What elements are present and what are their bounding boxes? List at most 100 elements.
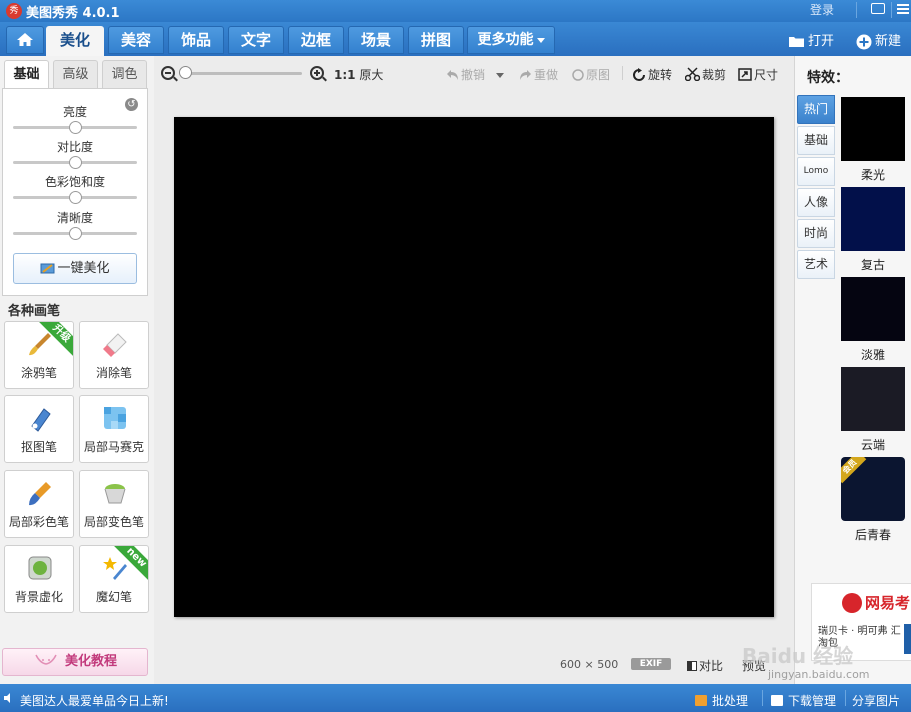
main-tab-bar: 美化 美容 饰品 文字 边框 场景 拼图 更多功能 打开 新建 xyxy=(0,22,911,56)
effect-cloud[interactable]: 云端 xyxy=(841,367,905,453)
contrast-slider[interactable] xyxy=(13,156,137,169)
undo-button[interactable]: 撤销 xyxy=(446,66,485,83)
brightness-label: 亮度 xyxy=(62,105,87,119)
compare-button[interactable]: 对比 xyxy=(687,657,723,674)
contrast-label: 对比度 xyxy=(56,140,93,154)
effect-thumbnail xyxy=(841,367,905,431)
batch-process-button[interactable]: 批处理 xyxy=(695,692,748,709)
redo-icon xyxy=(520,70,531,80)
partial-color-brush-tool[interactable]: 局部彩色笔 xyxy=(4,470,74,538)
image-height: 500 xyxy=(597,658,619,671)
watermark: Baidu 经验 xyxy=(742,644,854,668)
menu-icon[interactable] xyxy=(897,4,909,16)
paintbrush-icon xyxy=(29,333,51,356)
sharpness-slider-knob[interactable] xyxy=(68,227,82,240)
basic-adjust-panel: ↺ 亮度 对比度 色彩饱和度 清晰度 一键美化 xyxy=(2,88,148,296)
saturation-slider-knob[interactable] xyxy=(68,191,82,204)
doodle-brush-tool[interactable]: 升级 涂鸦笔 xyxy=(4,321,74,389)
image-canvas[interactable] xyxy=(174,117,774,617)
category-hot[interactable]: 热门 xyxy=(797,95,835,124)
open-button[interactable]: 打开 xyxy=(788,30,834,49)
resize-icon xyxy=(738,68,752,81)
tab-accessories[interactable]: 饰品 xyxy=(168,26,224,54)
saturation-slider[interactable] xyxy=(13,191,137,204)
zoom-slider[interactable] xyxy=(182,72,302,75)
tab-beauty[interactable]: 美容 xyxy=(108,26,164,54)
title-bar: 秀 美图秀秀 4.0.1 登录 xyxy=(0,0,911,22)
compare-label: 对比 xyxy=(699,659,724,673)
undo-history-dropdown[interactable] xyxy=(496,67,504,81)
original-image-button[interactable]: 原图 xyxy=(572,66,610,83)
magic-wand-icon xyxy=(40,263,55,274)
canvas-area xyxy=(154,90,794,650)
redo-button[interactable]: 重做 xyxy=(519,66,558,83)
speaker-icon xyxy=(4,693,10,703)
scissors-icon xyxy=(685,67,700,81)
resize-label: 尺寸 xyxy=(754,68,779,82)
new-label: 新建 xyxy=(875,34,902,49)
netease-logo-icon xyxy=(842,593,862,613)
caret-down-icon xyxy=(536,37,545,43)
partial-recolor-brush-label: 局部变色笔 xyxy=(83,515,144,529)
blur-lens-icon xyxy=(28,556,52,580)
effect-name: 复古 xyxy=(860,258,885,272)
contrast-slider-knob[interactable] xyxy=(68,156,82,169)
tab-more-features[interactable]: 更多功能 xyxy=(467,26,555,54)
category-fashion[interactable]: 时尚 xyxy=(797,219,835,248)
rotate-icon xyxy=(633,68,645,81)
tab-beautify[interactable]: 美化 xyxy=(46,26,104,56)
redo-label: 重做 xyxy=(534,68,559,82)
zoom-in-icon[interactable] xyxy=(310,66,327,82)
cutout-brush-tool[interactable]: 抠图笔 xyxy=(4,395,74,463)
tab-frame[interactable]: 边框 xyxy=(288,26,344,54)
sharpness-slider[interactable] xyxy=(13,227,137,240)
effect-post-youth[interactable]: 会员 后青春 xyxy=(841,457,905,543)
brightness-slider-knob[interactable] xyxy=(68,121,82,134)
one-key-beautify-button[interactable]: 一键美化 xyxy=(13,253,137,284)
cutout-brush-label: 抠图笔 xyxy=(20,440,57,454)
eraser-tool[interactable]: 消除笔 xyxy=(79,321,149,389)
news-ticker[interactable]: 美图达人最爱单品今日上新! xyxy=(20,692,169,709)
category-portrait[interactable]: 人像 xyxy=(797,188,835,217)
share-image-button[interactable]: 分享图片 xyxy=(852,692,900,709)
actual-size-button[interactable]: 1:1 原大 xyxy=(334,66,383,83)
message-icon[interactable] xyxy=(871,3,885,14)
crop-button[interactable]: 裁剪 xyxy=(685,66,726,83)
magic-brush-tool[interactable]: new 魔幻笔 xyxy=(79,545,149,613)
subtab-color[interactable]: 调色 xyxy=(102,60,147,90)
download-label: 下载管理 xyxy=(788,694,837,708)
login-link[interactable]: 登录 xyxy=(810,1,834,18)
ad-title: 网易考 xyxy=(865,594,911,612)
zoom-slider-knob[interactable] xyxy=(179,66,192,79)
rotate-button[interactable]: 旋转 xyxy=(632,66,672,83)
beautify-tutorial-button[interactable]: 美化教程 xyxy=(2,648,148,676)
effect-name: 柔光 xyxy=(860,168,885,182)
zoom-out-icon[interactable] xyxy=(161,66,178,82)
share-label: 分享图片 xyxy=(852,694,901,708)
pen-nib-icon xyxy=(31,408,51,432)
background-blur-tool[interactable]: 背景虚化 xyxy=(4,545,74,613)
home-tab[interactable] xyxy=(6,26,44,54)
partial-recolor-brush-tool[interactable]: 局部变色笔 xyxy=(79,470,149,538)
download-manager-button[interactable]: 下载管理 xyxy=(771,692,836,709)
brush-section-title: 各种画笔 xyxy=(8,304,61,319)
category-art[interactable]: 艺术 xyxy=(797,250,835,279)
crop-label: 裁剪 xyxy=(702,68,727,82)
tab-collage[interactable]: 拼图 xyxy=(408,26,464,54)
effect-elegant[interactable]: 淡雅 xyxy=(841,277,905,363)
effect-name: 后青春 xyxy=(854,528,891,542)
new-button[interactable]: 新建 xyxy=(856,30,901,50)
brightness-slider[interactable] xyxy=(13,121,137,134)
effect-retro[interactable]: 复古 xyxy=(841,187,905,273)
exif-button[interactable]: EXIF xyxy=(631,658,671,670)
effect-soft-light[interactable]: 柔光 xyxy=(841,97,905,183)
dropdown-arrow-icon xyxy=(496,73,504,78)
mosaic-tool[interactable]: 局部马赛克 xyxy=(79,395,149,463)
tab-scene[interactable]: 场景 xyxy=(348,26,404,54)
subtab-basic[interactable]: 基础 xyxy=(4,60,49,91)
resize-button[interactable]: 尺寸 xyxy=(738,66,778,83)
tab-text[interactable]: 文字 xyxy=(228,26,284,54)
category-lomo[interactable]: Lomo xyxy=(797,157,835,186)
subtab-advanced[interactable]: 高级 xyxy=(53,60,98,90)
category-basic[interactable]: 基础 xyxy=(797,126,835,155)
